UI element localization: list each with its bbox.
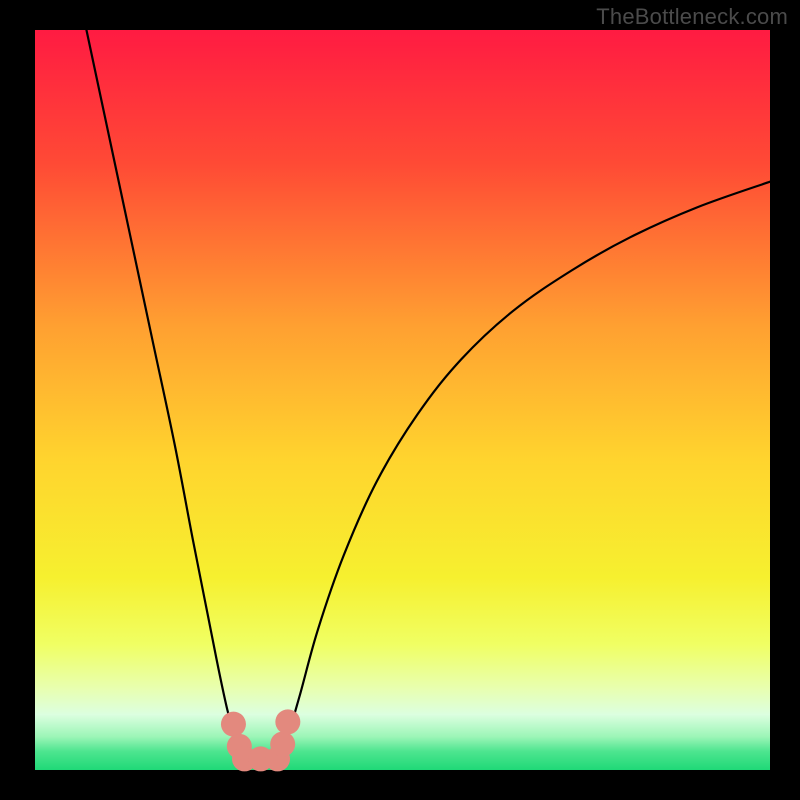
chart-frame: TheBottleneck.com — [0, 0, 800, 800]
bottleneck-chart — [0, 0, 800, 800]
marker-dot — [275, 709, 300, 734]
watermark-text: TheBottleneck.com — [596, 4, 788, 30]
plot-background — [35, 30, 770, 770]
marker-dot — [270, 732, 295, 757]
marker-dot — [221, 712, 246, 737]
